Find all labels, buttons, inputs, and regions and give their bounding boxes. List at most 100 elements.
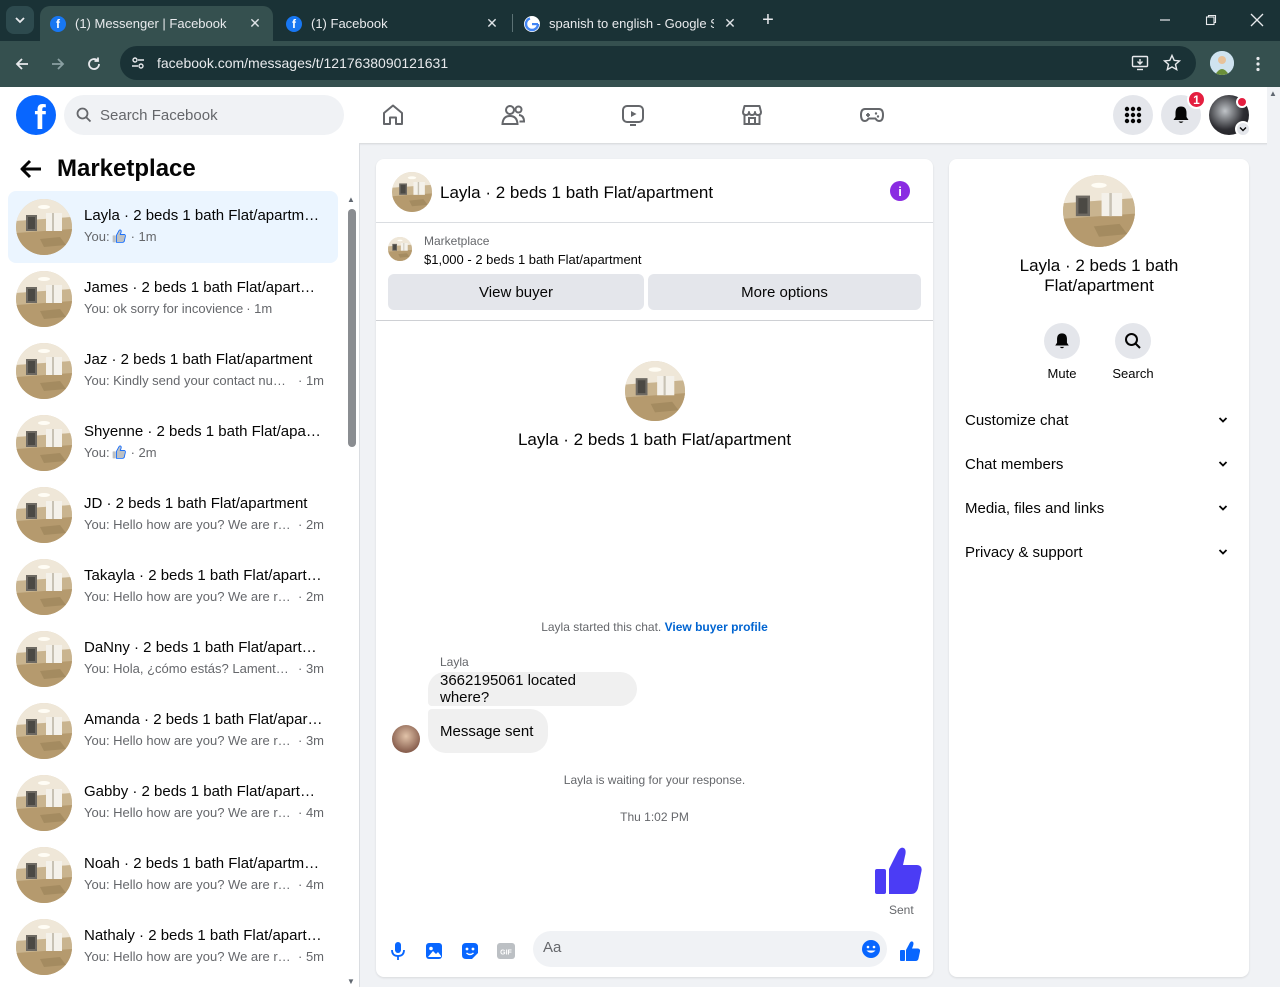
message-input[interactable]	[543, 939, 843, 956]
mute-action[interactable]: Mute	[1024, 323, 1100, 381]
facebook-search[interactable]	[64, 95, 344, 135]
chat-preview: You: ok sorry for incovience · 1m	[84, 301, 324, 316]
conversation-info-icon[interactable]: i	[890, 181, 910, 201]
nav-friends-icon[interactable]	[497, 99, 529, 131]
chat-preview: You: Kindly send your contact number · 1m	[84, 373, 324, 388]
tab-search-button[interactable]	[6, 6, 34, 34]
nav-gaming-icon[interactable]	[856, 99, 888, 131]
gif-icon[interactable]: GIF	[494, 939, 518, 963]
chat-list-item[interactable]: Layla · 2 beds 1 bath Flat/apartment You:…	[8, 191, 338, 263]
chat-name: JD · 2 beds 1 bath Flat/apartment	[84, 495, 308, 512]
facebook-logo[interactable]: f	[16, 95, 56, 135]
nav-home-icon[interactable]	[377, 99, 409, 131]
chat-list-item[interactable]: Amanda · 2 beds 1 bath Flat/apartment You…	[8, 695, 338, 767]
mute-button[interactable]	[1044, 323, 1080, 359]
chat-list-item[interactable]: Shyenne · 2 beds 1 bath Flat/apartment Yo…	[8, 407, 338, 479]
search-input[interactable]	[100, 106, 300, 124]
close-window-icon[interactable]	[1245, 8, 1269, 32]
browser-tab-google[interactable]: spanish to english - Google Sea ✕	[514, 6, 748, 41]
browser-menu-icon[interactable]	[1246, 52, 1270, 76]
conversation-title[interactable]: Layla · 2 beds 1 bath Flat/apartment	[440, 183, 713, 203]
address-bar[interactable]: facebook.com/messages/t/1217638090121631	[120, 46, 1196, 80]
view-buyer-button[interactable]: View buyer	[388, 274, 644, 310]
sent-like-thumbs-up-icon[interactable]	[872, 845, 924, 897]
back-arrow-icon[interactable]	[20, 157, 44, 181]
tab-close-icon[interactable]: ✕	[722, 15, 738, 32]
reload-icon[interactable]	[82, 52, 106, 76]
page-scroll-up-arrow-icon[interactable]: ▲	[1269, 89, 1277, 98]
chat-list-item[interactable]: DaNny · 2 beds 1 bath Flat/apartment You:…	[8, 623, 338, 695]
chat-list-item[interactable]: Jaz · 2 beds 1 bath Flat/apartment You: K…	[8, 335, 338, 407]
chat-info-name: Layla · 2 beds 1 bath Flat/apartment	[1019, 256, 1179, 295]
sender-avatar[interactable]	[392, 725, 420, 753]
nav-watch-icon[interactable]	[617, 99, 649, 131]
customize-chat-section[interactable]: Customize chat	[957, 398, 1241, 442]
microphone-icon[interactable]	[386, 939, 410, 963]
photo-icon[interactable]	[422, 939, 446, 963]
more-options-button[interactable]: More options	[648, 274, 921, 310]
chat-list-item[interactable]: Takayla · 2 beds 1 bath Flat/apartment Yo…	[8, 551, 338, 623]
message-bubble[interactable]: Message sent	[428, 709, 548, 753]
minimize-window-icon[interactable]	[1153, 8, 1177, 32]
chat-name: DaNny · 2 beds 1 bath Flat/apartment	[84, 639, 324, 656]
section-label: Customize chat	[965, 411, 1069, 429]
chat-list-scrollbar-thumb[interactable]	[348, 209, 356, 447]
section-label: Privacy & support	[965, 543, 1083, 561]
chat-name: Jaz · 2 beds 1 bath Flat/apartment	[84, 351, 313, 368]
chat-info-panel: Layla · 2 beds 1 bath Flat/apartment Mut…	[949, 159, 1249, 977]
chevron-down-icon	[1213, 542, 1233, 562]
site-settings-icon[interactable]	[128, 53, 148, 73]
account-chevron-icon[interactable]	[1235, 121, 1251, 137]
scroll-up-arrow-icon[interactable]: ▲	[347, 195, 355, 204]
chat-list-item[interactable]: Noah · 2 beds 1 bath Flat/apartment You: …	[8, 839, 338, 911]
intro-name: Layla · 2 beds 1 bath Flat/apartment	[517, 430, 792, 449]
chat-time: · 2m	[130, 445, 157, 460]
listing-price-title[interactable]: $1,000 - 2 beds 1 bath Flat/apartment	[424, 252, 642, 267]
new-tab-button[interactable]: +	[758, 10, 778, 30]
chat-list-item[interactable]: Nathaly · 2 beds 1 bath Flat/apartment Yo…	[8, 911, 338, 983]
menu-grid-button[interactable]	[1113, 95, 1153, 135]
browser-tab-facebook[interactable]: f (1) Facebook ✕	[276, 6, 510, 41]
chat-list-item[interactable]: Gabby · 2 beds 1 bath Flat/apartment You:…	[8, 767, 338, 839]
forward-arrow-icon[interactable]	[46, 52, 70, 76]
chat-avatar	[16, 559, 72, 615]
intro-avatar[interactable]	[625, 361, 685, 421]
emoji-icon[interactable]	[861, 939, 881, 959]
chat-list-item[interactable]: JD · 2 beds 1 bath Flat/apartment You: He…	[8, 479, 338, 551]
install-app-icon[interactable]	[1130, 53, 1150, 73]
tab-close-icon[interactable]: ✕	[247, 15, 263, 32]
page-scrollbar[interactable]	[1267, 87, 1280, 987]
chevron-down-icon	[1213, 410, 1233, 430]
chat-time: · 3m	[298, 733, 324, 748]
chat-preview-text: You: Kindly send your contact number	[84, 373, 295, 388]
send-like-icon[interactable]	[898, 939, 922, 963]
message-bubble[interactable]: 3662195061 located where?	[428, 672, 637, 706]
chat-members-section[interactable]: Chat members	[957, 442, 1241, 486]
listing-thumbnail[interactable]	[388, 237, 412, 261]
search-action[interactable]: Search	[1095, 323, 1171, 381]
media-files-links-section[interactable]: Media, files and links	[957, 486, 1241, 530]
chat-preview-text: You:	[84, 229, 110, 244]
browser-profile-avatar[interactable]	[1210, 51, 1234, 75]
bookmark-star-icon[interactable]	[1162, 53, 1182, 73]
chat-preview: You: Hello how are you? We are really · 2…	[84, 589, 324, 604]
scroll-down-arrow-icon[interactable]: ▼	[347, 977, 355, 986]
back-arrow-icon[interactable]	[10, 52, 34, 76]
privacy-support-section[interactable]: Privacy & support	[957, 530, 1241, 574]
restore-window-icon[interactable]	[1199, 8, 1223, 32]
search-in-chat-button[interactable]	[1115, 323, 1151, 359]
browser-tab-messenger[interactable]: f (1) Messenger | Facebook ✕	[40, 6, 273, 41]
sticker-icon[interactable]	[458, 939, 482, 963]
conversation-avatar[interactable]	[392, 172, 432, 212]
message-input-wrapper[interactable]	[533, 931, 887, 967]
chat-time: · 4m	[298, 805, 324, 820]
chat-preview-text: You: ok sorry for incovience	[84, 301, 244, 316]
chat-time: · 1m	[246, 301, 273, 316]
tab-close-icon[interactable]: ✕	[484, 15, 500, 32]
view-buyer-profile-link[interactable]: View buyer profile	[665, 620, 768, 634]
nav-marketplace-icon[interactable]	[736, 99, 768, 131]
chat-list-item[interactable]: James · 2 beds 1 bath Flat/apartment You:…	[8, 263, 338, 335]
chat-name: Nathaly · 2 beds 1 bath Flat/apartment	[84, 927, 324, 944]
chat-avatar	[16, 199, 72, 255]
chat-info-avatar[interactable]	[1063, 175, 1135, 247]
